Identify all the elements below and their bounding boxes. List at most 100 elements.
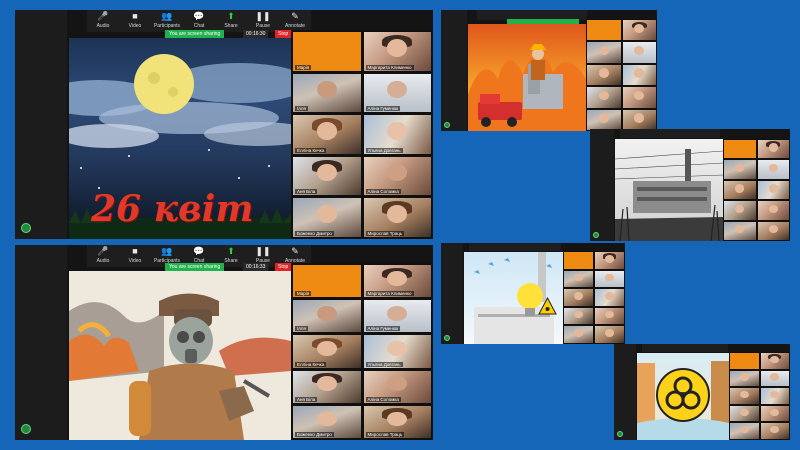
security-shield-icon[interactable] <box>21 223 31 233</box>
participants-button[interactable]: 👥 Participants <box>153 12 181 30</box>
participant-name: Марія <box>295 291 312 297</box>
participant-tile[interactable] <box>622 109 656 130</box>
face <box>316 205 337 224</box>
participant-tile[interactable] <box>730 370 759 387</box>
participant-tile[interactable]: Ульяна Довгань <box>363 115 431 154</box>
participant-tile[interactable] <box>760 405 789 422</box>
participant-tile[interactable] <box>724 160 756 179</box>
security-shield-icon[interactable] <box>593 232 599 238</box>
share-button[interactable]: ⬆ Share <box>219 12 243 30</box>
participant-tile[interactable] <box>760 423 789 439</box>
participant-tile[interactable]: Ілля <box>293 73 361 113</box>
pause-button[interactable]: ❚❚ Pause <box>251 12 275 30</box>
share-label: Share <box>224 23 238 29</box>
share-button[interactable]: ⬆ Share <box>219 247 243 265</box>
chat-button[interactable]: 💬 Chat <box>187 247 211 265</box>
left-panel <box>441 10 467 131</box>
security-shield-icon[interactable] <box>21 424 31 434</box>
participant-tile[interactable] <box>730 423 759 439</box>
participant-tile[interactable] <box>757 201 789 220</box>
participant-tile[interactable]: Мирослав Траць <box>363 405 431 438</box>
participant-tile[interactable]: Марія <box>293 265 361 298</box>
participant-tile[interactable] <box>587 64 621 86</box>
participant-tile[interactable]: Боженко Дмитро <box>293 405 361 438</box>
audio-button[interactable]: 🎤 Audio <box>91 247 115 265</box>
participant-tile[interactable] <box>564 252 593 269</box>
participant-tile[interactable] <box>587 109 621 130</box>
participants-button[interactable]: 👥 Participants <box>154 247 180 265</box>
security-shield-icon[interactable] <box>617 431 623 437</box>
participant-name: Мирослав Траць <box>365 432 405 437</box>
participant-tile[interactable]: Маргарита Клименко <box>363 32 431 71</box>
face <box>598 90 609 101</box>
face <box>605 273 614 282</box>
participant-tile[interactable]: Ульяна Довгань <box>363 335 431 368</box>
participant-tile[interactable] <box>622 87 656 108</box>
sharing-banner: You are screen sharing <box>165 263 225 271</box>
participant-tile[interactable] <box>730 353 759 369</box>
participant-tile[interactable] <box>760 388 789 404</box>
participant-tile[interactable] <box>587 20 621 41</box>
annotate-button[interactable]: ✎ Annotate <box>283 247 307 265</box>
participant-tile[interactable]: Марія <box>293 32 361 71</box>
participant-tile[interactable] <box>724 180 756 200</box>
chat-label: Chat <box>193 23 205 29</box>
participants-grid: Марія Маргарита Клименко Ілля Аліна Гуме… <box>291 30 433 239</box>
participant-tile[interactable] <box>595 252 624 269</box>
audio-button[interactable]: 🎤 Audio <box>91 12 115 30</box>
participant-tile[interactable] <box>730 388 759 404</box>
slide-area <box>637 353 729 440</box>
face <box>316 163 337 182</box>
participant-tile[interactable]: Мирослав Траць <box>363 198 431 237</box>
participant-tile[interactable]: Аліна Гуменюк <box>363 73 431 113</box>
participant-tile[interactable] <box>757 140 789 159</box>
participant-tile[interactable] <box>595 326 624 343</box>
participant-tile[interactable] <box>760 353 789 369</box>
participant-tile[interactable] <box>564 270 593 288</box>
video-button[interactable]: ■ Video <box>123 247 147 265</box>
participant-tile[interactable]: Ілля <box>293 300 361 333</box>
participant-tile[interactable] <box>622 64 656 86</box>
chat-button[interactable]: 💬 Chat <box>187 12 211 30</box>
participant-tile[interactable] <box>724 140 756 159</box>
chernobyl-plant-sketch <box>615 149 723 241</box>
security-shield-icon[interactable] <box>444 335 450 341</box>
stop-share-button[interactable]: Stop <box>275 30 292 38</box>
stop-share-button[interactable]: Stop <box>275 263 292 271</box>
participant-tile[interactable] <box>730 405 759 422</box>
participant-tile[interactable]: Аня Біла <box>293 156 361 196</box>
participant-tile[interactable]: Боженко Дмитро <box>293 198 361 237</box>
security-shield-icon[interactable] <box>444 122 450 128</box>
participant-tile[interactable]: Аліна Гуменюк <box>363 300 431 333</box>
face <box>387 341 408 356</box>
participant-tile[interactable] <box>595 307 624 325</box>
participant-tile[interactable] <box>622 42 656 63</box>
participant-tile[interactable] <box>760 370 789 387</box>
participant-tile[interactable]: Аня Біла <box>293 370 361 403</box>
participant-name: Маргарита Клименко <box>365 64 414 70</box>
participant-tile[interactable]: Елліна Кечка <box>293 115 361 154</box>
participant-tile[interactable] <box>757 160 789 179</box>
participant-tile[interactable] <box>724 201 756 220</box>
participant-tile[interactable] <box>757 221 789 240</box>
participant-tile[interactable]: Маргарита Клименко <box>363 265 431 298</box>
face <box>634 23 645 34</box>
participant-tile[interactable] <box>595 289 624 306</box>
participant-tile[interactable] <box>564 326 593 343</box>
participant-tile[interactable]: Аліна Соломка <box>363 156 431 196</box>
participant-tile[interactable] <box>587 87 621 108</box>
participant-tile[interactable]: Аліна Соломка <box>363 370 431 403</box>
participant-tile[interactable] <box>622 20 656 41</box>
participant-tile[interactable] <box>564 307 593 325</box>
participant-tile[interactable]: Елліна Кечка <box>293 335 361 368</box>
annotate-button[interactable]: ✎ Annotate <box>283 12 307 30</box>
participants-label: Participants <box>153 23 181 29</box>
pause-button[interactable]: ❚❚ Pause <box>251 247 275 265</box>
slide-area: 26 квіт <box>69 38 291 239</box>
participant-tile[interactable] <box>724 221 756 240</box>
participant-tile[interactable] <box>757 180 789 200</box>
video-button[interactable]: ■ Video <box>123 12 147 30</box>
participant-tile[interactable] <box>595 270 624 288</box>
participant-tile[interactable] <box>587 42 621 63</box>
participant-tile[interactable] <box>564 289 593 306</box>
